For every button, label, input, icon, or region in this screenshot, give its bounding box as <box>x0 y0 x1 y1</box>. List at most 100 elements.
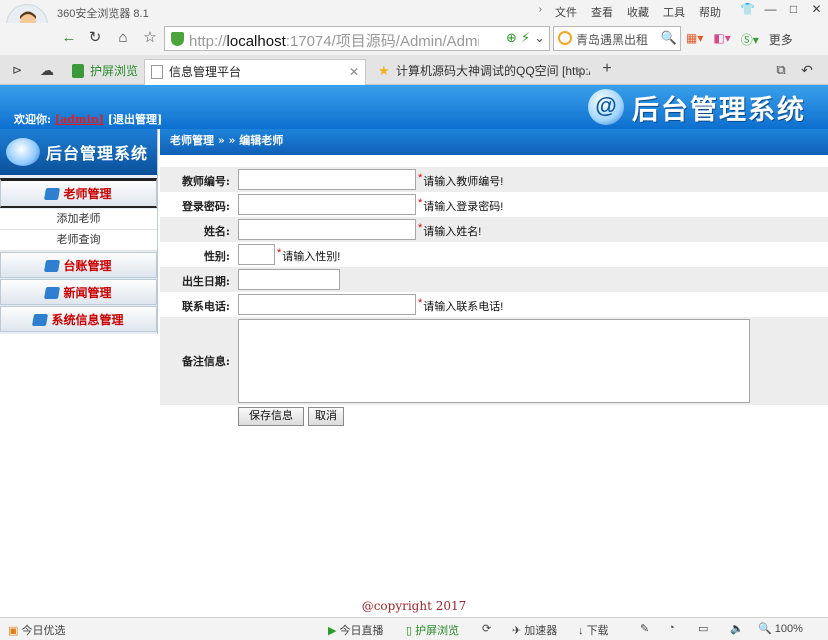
sidebar-group-news[interactable]: 新闻管理 <box>0 279 157 305</box>
teacher-no-input[interactable] <box>238 169 416 190</box>
rocket-icon: ✈ <box>512 625 522 637</box>
accelerator-label: 加速器 <box>524 625 558 637</box>
form-row-birth: 出生日期: <box>160 267 828 292</box>
volume-icon[interactable]: 🔈 <box>730 622 744 635</box>
back-icon[interactable]: ← <box>58 27 80 49</box>
birth-label: 出生日期: <box>181 275 230 288</box>
safety-icon[interactable]: Ⓢ▾ <box>741 31 759 48</box>
zoom-icon: 🔍 <box>758 623 772 635</box>
logout-link[interactable]: [退出管理] <box>108 113 162 126</box>
tab-label: 护屏浏览 <box>90 64 138 78</box>
compat-mode-icon[interactable]: ⊕ <box>506 30 517 46</box>
search-text[interactable]: 青岛遇黑出租 <box>576 31 648 48</box>
address-icons: ⊕ ⚡ ⌄ <box>506 30 545 46</box>
sidebar-item-add-teacher[interactable]: 添加老师 <box>0 209 157 230</box>
window-icon[interactable]: ▭ <box>698 622 708 635</box>
tab-close-icon[interactable]: ✕ <box>349 60 359 84</box>
tab-protect-browse[interactable]: 护屏浏览 <box>66 59 138 85</box>
speed-mode-icon[interactable]: ⚡ <box>521 30 530 46</box>
sidebar-group-teacher[interactable]: 老师管理 <box>0 178 157 208</box>
clock-icon[interactable]: ◔ <box>668 622 675 634</box>
accelerator[interactable]: ✈ 加速器 <box>512 622 557 638</box>
sidebar-group-ledger[interactable]: 台账管理 <box>0 252 157 278</box>
search-icon[interactable]: 🔍 <box>661 30 677 46</box>
address-dropdown-icon[interactable]: ⌄ <box>534 30 545 46</box>
close-icon[interactable]: ✕ <box>805 0 828 20</box>
maximize-icon[interactable]: □ <box>782 0 805 20</box>
group-label: 新闻管理 <box>63 285 112 300</box>
address-url[interactable]: http://localhost:17074/项目源码/Admin/Admin/… <box>189 30 479 51</box>
apps-icon[interactable]: ▦▾ <box>686 31 703 48</box>
hint-text: 请输入教师编号! <box>423 176 504 188</box>
form-row-teacher-no: 教师编号: *请输入教师编号! <box>160 167 828 192</box>
phone-input[interactable] <box>238 294 416 315</box>
restore-tab-icon[interactable]: ⧉ <box>770 59 792 81</box>
home-icon[interactable]: ⌂ <box>112 27 134 49</box>
menu-view[interactable]: 查看 <box>584 4 620 20</box>
breadcrumb: 老师管理 » » 编辑老师 <box>160 129 828 155</box>
search-box[interactable]: 青岛遇黑出租 🔍 <box>553 26 681 51</box>
more-button[interactable]: 更多 <box>769 31 793 48</box>
url-rest: :17074/项目源码/Admin/Admin/... <box>285 33 479 50</box>
current-user[interactable]: [admin] <box>55 113 104 126</box>
name-input[interactable] <box>238 219 416 240</box>
sidebar: 后台管理系统 老师管理 添加老师 老师查询 台账管理 新闻管理 系统信息管理 <box>0 129 158 334</box>
tab-label: 计算机源码大神调试的QQ空间 [http:/ <box>396 64 590 78</box>
new-tab-icon[interactable]: + <box>596 58 618 80</box>
today-pick[interactable]: ▣ 今日优选 <box>8 622 65 638</box>
gender-hint: *请输入性别! <box>277 247 341 264</box>
top-banner: 欢迎你: [admin] [退出管理] @ 后台管理系统 <box>0 85 828 129</box>
gender-input[interactable] <box>238 244 275 265</box>
password-input[interactable] <box>238 194 416 215</box>
group-label: 系统信息管理 <box>51 312 124 327</box>
browser-nav-bar: ← ↻ ⌂ ☆ http://localhost:17074/项目源码/Admi… <box>0 23 828 55</box>
sidebar-toggle-icon[interactable]: ⊳ <box>6 59 28 81</box>
minimize-icon[interactable]: — <box>759 0 782 20</box>
zoom-control[interactable]: 🔍 100% <box>758 622 803 635</box>
birth-input[interactable] <box>238 269 340 290</box>
tab-close-icon[interactable]: ✕ <box>574 59 584 83</box>
cancel-button[interactable]: 取消 <box>308 407 344 426</box>
refresh-status-icon[interactable]: ⟳ <box>482 622 491 635</box>
group-label: 老师管理 <box>63 186 112 201</box>
menu-tools[interactable]: 工具 <box>656 4 692 20</box>
undo-close-icon[interactable]: ↶ <box>796 59 818 81</box>
sidebar-group-sysinfo[interactable]: 系统信息管理 <box>0 306 157 332</box>
protect-browse[interactable]: ▯ 护屏浏览 <box>406 622 459 638</box>
phone-icon: ▯ <box>406 625 413 637</box>
sidebar-item-teacher-query[interactable]: 老师查询 <box>0 230 157 251</box>
save-button[interactable]: 保存信息 <box>238 407 304 426</box>
main-content: 老师管理 » » 编辑老师 教师编号: *请输入教师编号! 登录密码: *请输入… <box>160 129 828 426</box>
hint-text: 请输入登录密码! <box>423 201 504 213</box>
download[interactable]: ↓ 下载 <box>578 622 609 638</box>
menu-arrow-icon[interactable]: › <box>533 4 548 20</box>
password-label: 登录密码: <box>181 200 230 213</box>
skin-icon[interactable]: 👕 <box>736 0 759 20</box>
tab-bar: ⊳ ☁ 护屏浏览 信息管理平台 ✕ ★ 计算机源码大神调试的QQ空间 [http… <box>0 55 828 85</box>
system-title: 后台管理系统 <box>632 94 806 126</box>
menu-file[interactable]: 文件 <box>548 4 584 20</box>
address-bar[interactable]: http://localhost:17074/项目源码/Admin/Admin/… <box>164 26 550 51</box>
menu-favorites[interactable]: 收藏 <box>620 4 656 20</box>
form-row-password: 登录密码: *请输入登录密码! <box>160 192 828 217</box>
hint-text: 请输入性别! <box>282 251 341 263</box>
play-icon: ▶ <box>328 625 337 637</box>
today-live[interactable]: ▶ 今日直播 <box>328 622 384 638</box>
name-label: 姓名: <box>203 225 230 238</box>
hint-text: 请输入姓名! <box>423 226 482 238</box>
welcome-line: 欢迎你: [admin] [退出管理] <box>14 111 162 127</box>
search-engine-icon[interactable] <box>558 31 572 45</box>
password-hint: *请输入登录密码! <box>418 197 504 214</box>
refresh-icon[interactable]: ↻ <box>84 27 106 49</box>
tab-qq-space[interactable]: ★ 计算机源码大神调试的QQ空间 [http:/ ✕ <box>372 59 590 85</box>
cloud-icon[interactable]: ☁ <box>36 59 58 81</box>
menu-help[interactable]: 帮助 <box>692 4 728 20</box>
protect-browse-label: 护屏浏览 <box>415 625 460 637</box>
star-icon: ★ <box>378 63 390 78</box>
tab-info-platform[interactable]: 信息管理平台 ✕ <box>144 59 366 85</box>
remark-textarea[interactable] <box>238 319 750 403</box>
edit-status-icon[interactable]: ✎ <box>640 622 649 635</box>
form-row-phone: 联系电话: *请输入联系电话! <box>160 292 828 317</box>
favorite-star-icon[interactable]: ☆ <box>139 27 161 49</box>
extension-icon[interactable]: ◧▾ <box>713 31 730 48</box>
